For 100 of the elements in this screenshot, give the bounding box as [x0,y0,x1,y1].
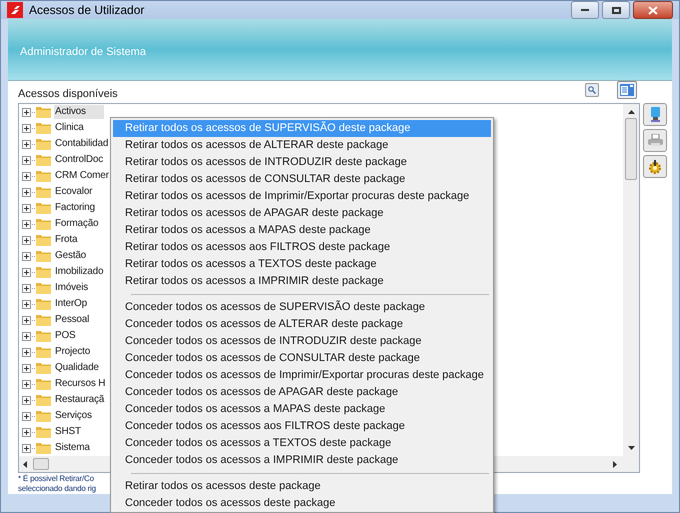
tree-item[interactable]: Clinica [54,121,85,135]
tree-item[interactable]: Projecto [54,345,92,359]
expand-icon[interactable] [22,124,31,132]
tree-item[interactable]: ControlDoc [54,153,104,167]
expand-icon[interactable] [22,316,31,324]
expand-icon[interactable] [22,396,31,404]
expand-icon[interactable] [22,172,31,180]
search-button[interactable] [585,83,599,97]
expand-icon[interactable] [22,300,31,308]
folder-icon [36,442,51,454]
folder-icon [36,314,51,326]
expand-icon[interactable] [22,108,31,116]
tree-item[interactable]: CRM Comer [54,169,110,183]
folder-icon [36,218,51,230]
gear-button[interactable] [643,155,667,178]
close-icon [648,6,658,14]
expand-icon[interactable] [22,156,31,164]
menu-item[interactable]: Retirar todos os acessos de ALTERAR deste package [113,137,491,154]
menu-item[interactable]: Conceder todos os acessos de Imprimir/Exportar procuras deste package [113,367,491,384]
expand-icon[interactable] [22,348,31,356]
scroll-left-icon[interactable] [23,460,27,468]
footnote-line: * É possivel Retirar/Co [18,474,94,484]
expand-icon[interactable] [22,140,31,148]
menu-item[interactable]: Retirar todos os acessos aos FILTROS deste package [113,239,491,256]
expand-icon[interactable] [22,444,31,452]
menu-item[interactable]: Conceder todos os acessos aos FILTROS deste package [113,418,491,435]
horizontal-scroll-thumb[interactable] [33,458,49,470]
menu-item[interactable]: Retirar todos os acessos de INTRODUZIR deste package [113,154,491,171]
menu-item[interactable]: Conceder todos os acessos de SUPERVISÃO deste package [113,299,491,316]
tree-item[interactable]: Pessoal [54,313,90,327]
folder-icon [36,266,51,278]
menu-item[interactable]: Conceder todos os acessos de ALTERAR deste package [113,316,491,333]
tree-item[interactable]: Factoring [54,201,96,215]
folder-icon [36,186,51,198]
tree-item[interactable]: Sistema [54,441,91,455]
computer-button[interactable] [643,103,667,126]
tree-item[interactable]: Recursos H [54,377,106,391]
minimize-button[interactable] [571,1,599,19]
tree-item[interactable]: Imóveis [54,281,90,295]
list-view-button[interactable] [617,81,637,99]
tree-item[interactable]: Formação [54,217,100,231]
printer-icon [648,134,662,147]
tree-item[interactable]: SHST [54,425,82,439]
menu-item[interactable]: Conceder todos os acessos de INTRODUZIR deste package [113,333,491,350]
expand-icon[interactable] [22,284,31,292]
menu-item[interactable]: Retirar todos os acessos deste package [113,478,491,495]
tree-item[interactable]: Imobilizado [54,265,104,279]
folder-icon [36,122,51,134]
menu-item[interactable]: Conceder todos os acessos a TEXTOS deste package [113,435,491,452]
app-logo-icon [7,2,23,18]
menu-item[interactable]: Retirar todos os acessos de Imprimir/Exportar procuras deste package [113,188,491,205]
scroll-up-icon[interactable] [628,110,634,114]
expand-icon[interactable] [22,364,31,372]
menu-item[interactable]: Conceder todos os acessos a IMPRIMIR deste package [113,452,491,469]
monitor-icon [649,106,661,122]
tree-item[interactable]: Gestão [54,249,88,263]
scroll-thumb[interactable] [625,118,637,180]
expand-icon[interactable] [22,380,31,388]
maximize-button[interactable] [602,1,630,19]
tree-item[interactable]: Serviços [54,409,93,423]
expand-icon[interactable] [22,412,31,420]
menu-item[interactable]: Conceder todos os acessos de APAGAR deste package [113,384,491,401]
menu-item[interactable]: Retirar todos os acessos a IMPRIMIR deste package [113,273,491,290]
expand-icon[interactable] [22,236,31,244]
header-subtitle: Administrador de Sistema [20,44,146,60]
expand-icon[interactable] [22,428,31,436]
folder-icon [36,378,51,390]
menu-item[interactable]: Retirar todos os acessos a MAPAS deste package [113,222,491,239]
tree-item[interactable]: Contabilidad [54,137,110,151]
menu-item[interactable]: Retirar todos os acessos de CONSULTAR deste package [113,171,491,188]
tree-item[interactable]: InterOp [54,297,88,311]
scroll-down-icon[interactable] [628,446,634,450]
close-button[interactable] [633,1,673,19]
tree-item[interactable]: POS [54,329,77,343]
expand-icon[interactable] [22,188,31,196]
tree-item[interactable]: Activos [54,105,104,119]
menu-item[interactable]: Conceder todos os acessos a MAPAS deste package [113,401,491,418]
tree-item[interactable]: Qualidade [54,361,100,375]
expand-icon[interactable] [22,204,31,212]
tree-item[interactable]: Ecovalor [54,185,94,199]
menu-item[interactable]: Retirar todos os acessos a TEXTOS deste package [113,256,491,273]
folder-icon [36,394,51,406]
folder-icon [36,426,51,438]
tree-item[interactable]: Restauraçã [54,393,106,407]
expand-icon[interactable] [22,220,31,228]
vertical-scrollbar[interactable] [623,104,639,456]
menu-item[interactable]: Retirar todos os acessos de APAGAR deste package [113,205,491,222]
panel-label: Acessos disponíveis [18,88,118,101]
folder-icon [36,202,51,214]
footnote-line: seleccionado dando rig [18,484,96,494]
expand-icon[interactable] [22,252,31,260]
folder-icon [36,106,51,118]
menu-item[interactable]: Conceder todos os acessos de CONSULTAR deste package [113,350,491,367]
folder-icon [36,138,51,150]
menu-item[interactable]: Conceder todos os acessos deste package [113,495,491,512]
folder-icon [36,410,51,422]
expand-icon[interactable] [22,268,31,276]
tree-item[interactable]: Frota [54,233,78,247]
scroll-right-icon[interactable] [613,460,617,468]
expand-icon[interactable] [22,332,31,340]
